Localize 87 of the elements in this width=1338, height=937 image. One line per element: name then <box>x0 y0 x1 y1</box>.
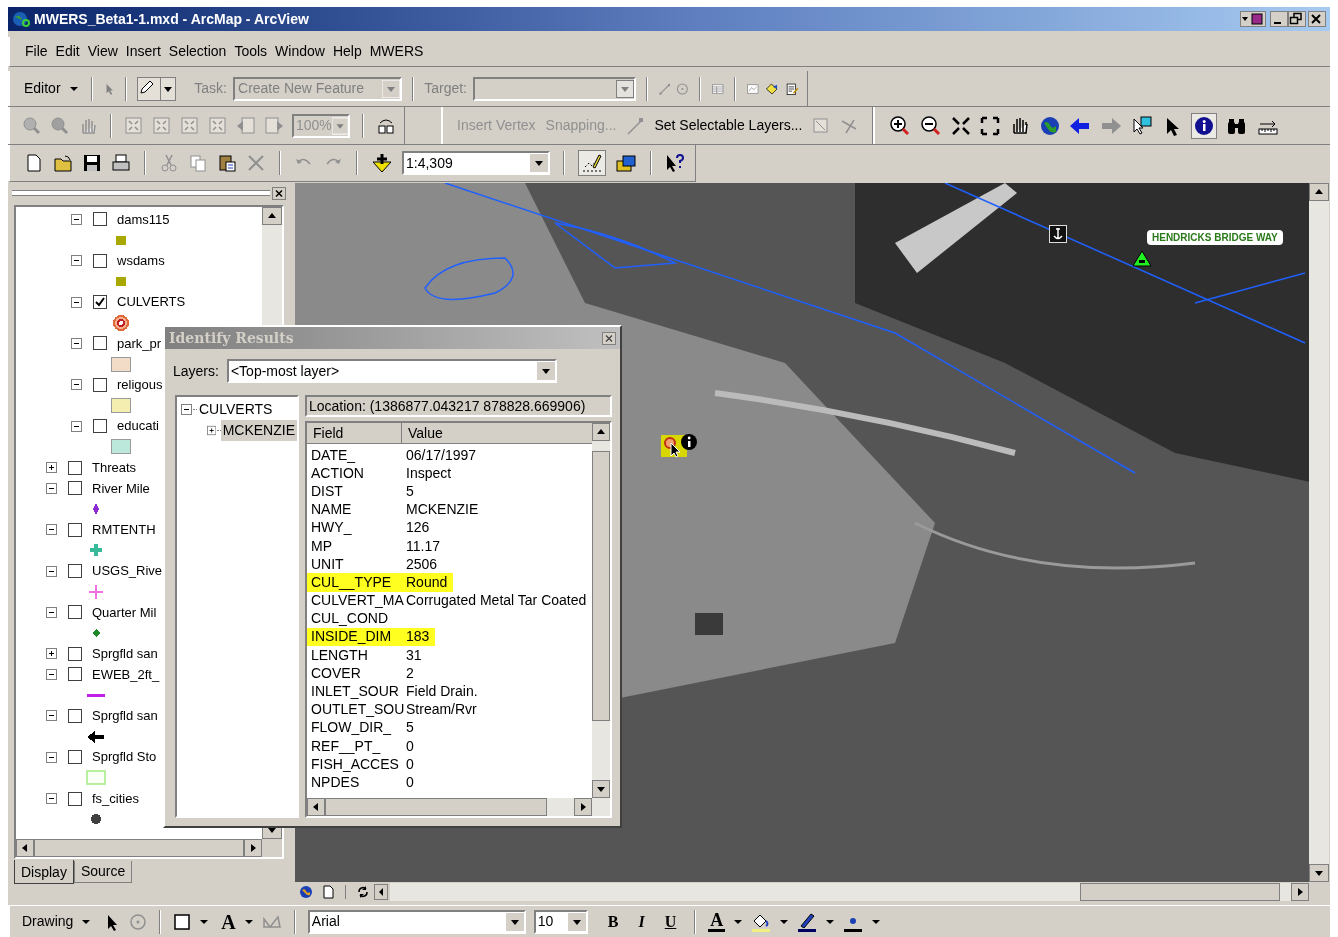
menu-item[interactable]: Tools <box>231 41 271 62</box>
tab[interactable]: Source <box>73 861 133 883</box>
table-cell-text: REF__PT_ <box>310 737 382 756</box>
tree-item[interactable]: MCKENZIE <box>220 420 297 441</box>
menu-item[interactable]: Edit <box>52 41 83 62</box>
table-cell: INSIDE_DIM <box>307 627 404 647</box>
table-cell-text: INLET_SOUR <box>310 682 400 701</box>
font-color-button[interactable]: A <box>708 911 726 932</box>
table-cell-text: MCKENZIE <box>405 500 480 519</box>
table-cell-text: FISH_ACCES <box>310 755 400 774</box>
table-cell-text: FLOW_DIR_ <box>310 718 393 737</box>
table-cell-text: 0 <box>405 755 415 774</box>
layer-name[interactable]: River Mile <box>92 478 150 499</box>
layers-dropdown[interactable]: <Top-most layer> <box>226 359 557 383</box>
tree-item[interactable]: CULVERTS <box>197 399 275 420</box>
table-cell-text: CULVERT_MA <box>310 591 404 610</box>
menu-item[interactable]: Window <box>272 41 328 62</box>
dialog-title: Identify Results <box>169 328 294 348</box>
table-cell: 183 <box>404 627 436 647</box>
table-cell-text: 5 <box>405 718 415 737</box>
layer-name[interactable]: fs_cities <box>92 788 139 809</box>
menu-item[interactable]: MWERS <box>366 41 427 62</box>
table-cell-text: NPDES <box>310 773 361 792</box>
layer-name[interactable]: religous <box>117 375 163 395</box>
table-cell-text: MP <box>310 536 333 556</box>
window-title: MWERS_Beta1-1.mxd - ArcMap - ArcView <box>34 9 309 29</box>
layer-name[interactable]: Sprgfld Sto <box>92 747 157 767</box>
table-cell-text: COVER <box>310 664 362 683</box>
font-name-field[interactable]: Arial <box>307 909 526 934</box>
table-cell-text: Field Drain. <box>405 682 479 701</box>
table-cell-text: Inspect <box>405 464 453 483</box>
table-cell-text: CUL_COND <box>310 609 389 628</box>
layer-name[interactable]: CULVERTS <box>117 292 186 312</box>
table-cell-text: UNIT <box>310 555 345 574</box>
text-tool[interactable]: A <box>221 911 236 932</box>
drawing-menu[interactable]: Drawing <box>22 911 92 932</box>
table-cell-text: DATE_ <box>310 446 357 465</box>
bold-button[interactable]: B <box>601 909 625 934</box>
layer-name[interactable]: Sprgfld san <box>92 644 158 664</box>
table-cell-text: 0 <box>405 737 415 756</box>
table-cell-text: 0 <box>405 773 415 792</box>
menu-item[interactable]: Help <box>329 41 365 62</box>
layer-name[interactable]: EWEB_2ft_ <box>92 664 160 685</box>
layer-name[interactable]: wsdams <box>117 250 165 271</box>
layer-name[interactable]: Threats <box>92 457 137 478</box>
table-cell-text: 5 <box>405 482 415 501</box>
table-cell-text: DIST <box>310 482 344 501</box>
layer-name[interactable]: dams115 <box>117 209 170 230</box>
table-cell-text: NAME <box>310 500 353 519</box>
task-label: Task: <box>194 79 227 98</box>
table-cell-text: Stream/Rvr <box>405 700 478 719</box>
set-selectable-layers-button[interactable]: Set Selectable Layers... <box>654 115 803 136</box>
table-cell-text: 06/17/1997 <box>405 446 478 465</box>
column-header[interactable]: Field <box>307 423 402 444</box>
layer-name[interactable]: USGS_Rive <box>92 561 163 581</box>
table-cell-text: 11.17 <box>405 536 441 556</box>
font-size-field[interactable]: 10 <box>533 909 588 934</box>
table-cell-text: 126 <box>405 518 431 537</box>
layers-label: Layers: <box>173 361 219 381</box>
table-cell-text: ACTION <box>310 464 365 483</box>
tab[interactable]: Display <box>14 860 74 884</box>
table-cell-text: Corrugated Metal Tar Coated <box>405 591 588 610</box>
layer-name[interactable]: park_pr <box>117 333 162 354</box>
column-header[interactable]: Value <box>402 423 593 444</box>
menu-item[interactable]: Selection <box>165 41 230 62</box>
table-cell-text: 31 <box>405 646 423 665</box>
editor-menu[interactable]: Editor <box>22 78 81 99</box>
layer-name[interactable]: educati <box>117 416 159 436</box>
table-cell: Round <box>404 573 454 592</box>
menu-item[interactable]: Insert <box>122 41 164 62</box>
road-label: HENDRICKS BRIDGE WAY <box>1147 230 1283 245</box>
location-text: Location: (1386877.043217 878828.669906) <box>305 395 613 417</box>
table-cell-text: 2 <box>405 664 415 683</box>
menu-item[interactable]: File <box>22 41 51 62</box>
table-cell-text: 2506 <box>405 555 439 574</box>
table-cell-text: LENGTH <box>310 646 369 665</box>
map-scale-field[interactable]: 1:4,309 <box>402 151 550 175</box>
menu-item[interactable]: View <box>84 41 121 62</box>
table-cell: CUL__TYPE <box>307 573 404 592</box>
layer-name[interactable]: Quarter Mil <box>92 602 157 623</box>
table-cell-text: HWY_ <box>310 518 353 537</box>
target-label: Target: <box>424 79 467 98</box>
table-cell-text: OUTLET_SOU <box>310 700 404 719</box>
layer-name[interactable]: Sprgfld san <box>92 706 158 726</box>
underline-button[interactable]: U <box>658 909 683 934</box>
italic-button[interactable]: I <box>632 909 651 934</box>
layer-name[interactable]: RMTENTH <box>92 519 156 540</box>
